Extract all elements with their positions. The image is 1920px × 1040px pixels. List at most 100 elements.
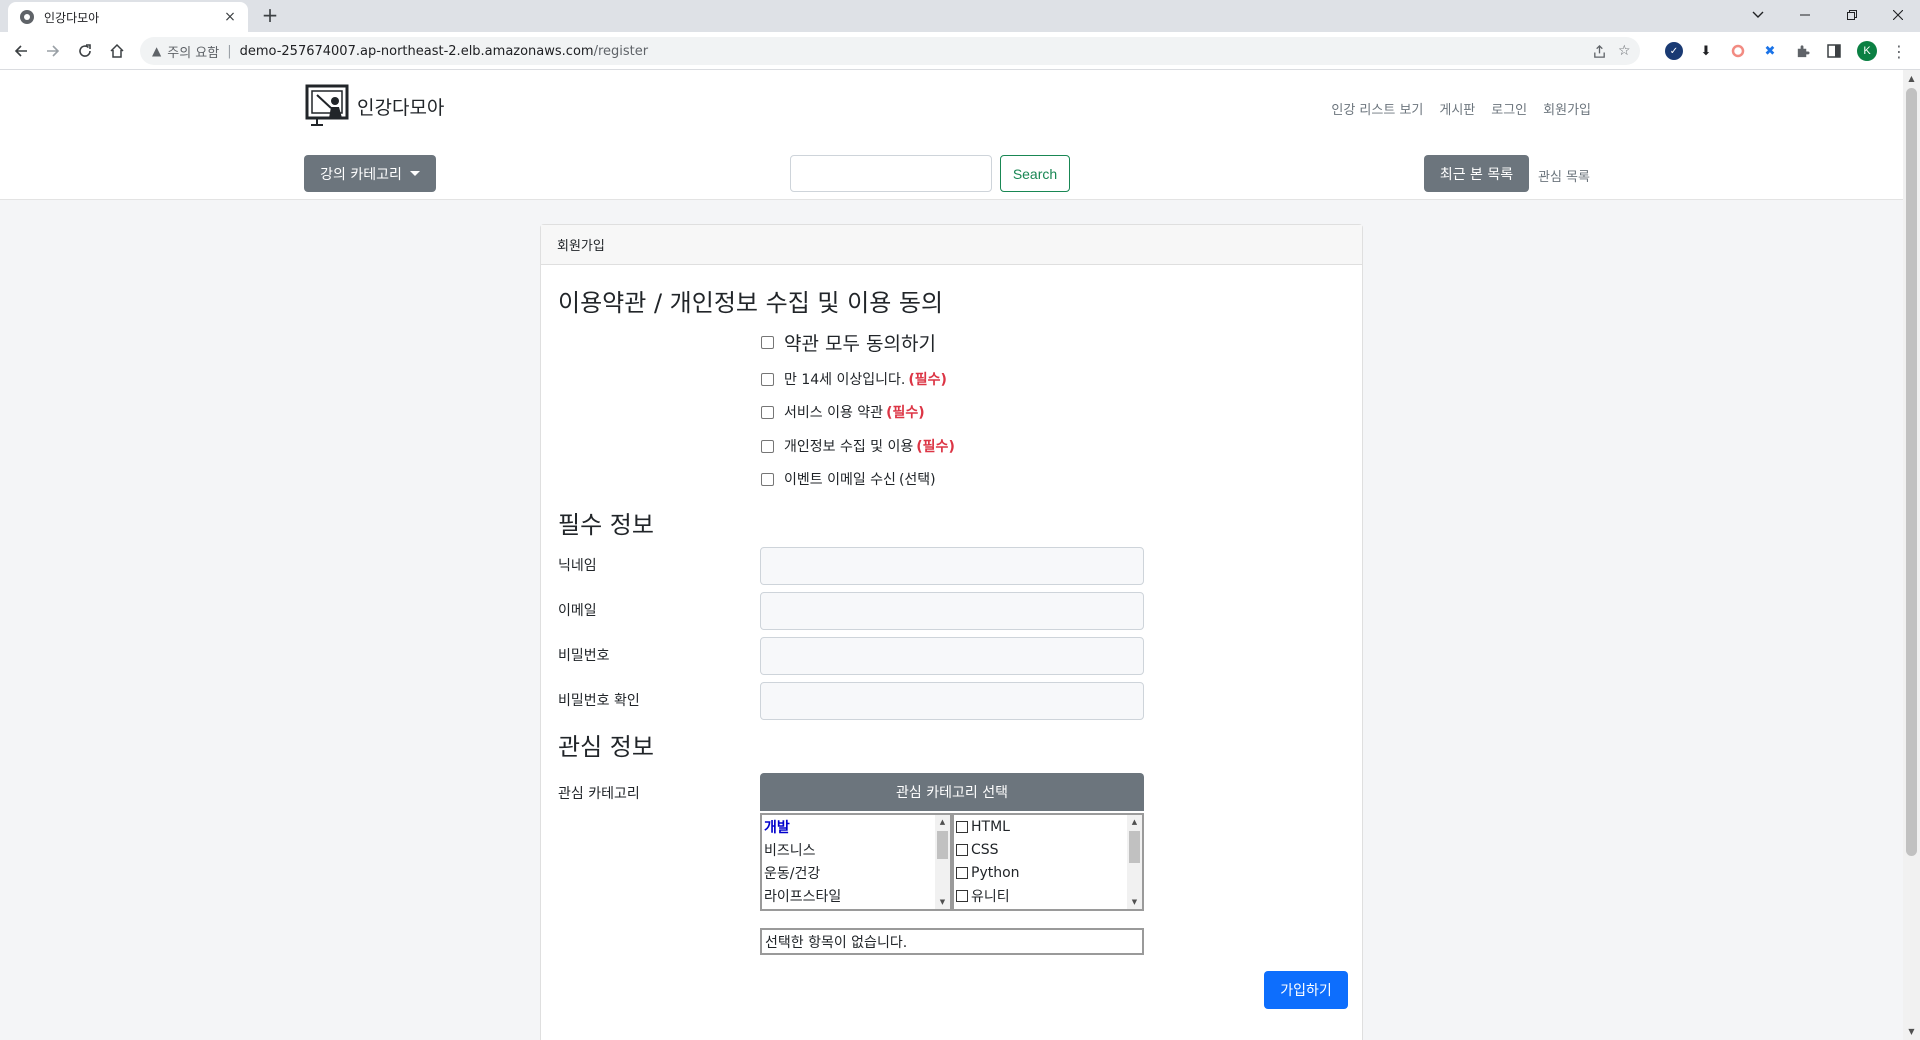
scroll-down-icon[interactable]: ▼ bbox=[1903, 1023, 1920, 1040]
lecture-board-icon bbox=[305, 84, 349, 128]
scroll-up-icon[interactable]: ▲ bbox=[1127, 815, 1142, 829]
scroll-up-icon[interactable]: ▲ bbox=[1903, 70, 1920, 87]
subcategory-option[interactable]: CSS bbox=[954, 838, 1142, 861]
term-privacy-checkbox[interactable] bbox=[761, 439, 774, 453]
page-scrollbar[interactable]: ▲ ▼ bbox=[1903, 70, 1920, 1040]
kebab-menu-icon[interactable]: ⋮ bbox=[1890, 42, 1908, 61]
subcategory-option[interactable]: HTML bbox=[954, 815, 1142, 838]
reload-icon[interactable] bbox=[73, 39, 97, 63]
search-button[interactable]: Search bbox=[1000, 155, 1070, 192]
scrollbar-thumb[interactable] bbox=[937, 831, 948, 859]
term-privacy-label[interactable]: 개인정보 수집 및 이용 bbox=[784, 436, 913, 456]
caret-down-icon bbox=[409, 171, 420, 176]
extension-download-icon[interactable]: ⬇ bbox=[1697, 42, 1715, 60]
bookmark-star-icon[interactable]: ☆ bbox=[1618, 37, 1631, 65]
subcategory-label: CSS bbox=[971, 841, 999, 858]
profile-avatar[interactable]: K bbox=[1857, 41, 1877, 61]
term-event-label[interactable]: 이벤트 이메일 수신 bbox=[784, 469, 896, 489]
subcategory-checkbox[interactable] bbox=[956, 889, 968, 902]
url-host: demo-257674007.ap-northeast-2.elb.amazon… bbox=[239, 43, 594, 59]
new-tab-icon[interactable]: + bbox=[258, 4, 282, 28]
lecture-category-dropdown[interactable]: 강의 카테고리 bbox=[304, 155, 436, 192]
category-button-label: 강의 카테고리 bbox=[320, 166, 402, 183]
scroll-down-icon[interactable]: ▼ bbox=[935, 895, 950, 909]
interest-info-title: 관심 정보 bbox=[558, 733, 654, 761]
browser-tab-bar: 인강다모아 × + bbox=[0, 0, 1920, 32]
category-listbox[interactable]: 개발 비즈니스 운동/건강 라이프스타일 ▲ ▼ bbox=[760, 813, 952, 911]
nav-lecture-list[interactable]: 인강 리스트 보기 bbox=[1331, 99, 1423, 118]
term-age-checkbox[interactable] bbox=[761, 372, 774, 386]
required-info-title: 필수 정보 bbox=[558, 511, 654, 539]
required-tag: (필수) bbox=[908, 372, 947, 388]
security-warning[interactable]: 주의 요함 bbox=[167, 42, 219, 61]
nickname-input[interactable] bbox=[760, 547, 1144, 585]
url-separator: | bbox=[227, 43, 232, 59]
close-window-icon[interactable] bbox=[1878, 0, 1918, 30]
browser-tab[interactable]: 인강다모아 × bbox=[8, 2, 248, 32]
subcategory-checkbox[interactable] bbox=[956, 820, 968, 833]
password-confirm-input[interactable] bbox=[760, 682, 1144, 720]
password-input[interactable] bbox=[760, 637, 1144, 675]
search-input[interactable] bbox=[790, 155, 992, 192]
agree-all-checkbox[interactable] bbox=[761, 336, 774, 349]
site-header: 인강다모아 인강 리스트 보기 게시판 로그인 회원가입 강의 카테고리 Sea… bbox=[0, 70, 1903, 200]
category-option[interactable]: 운동/건강 bbox=[762, 861, 950, 884]
extensions-puzzle-icon[interactable] bbox=[1793, 42, 1811, 60]
scrollbar-thumb[interactable] bbox=[1906, 88, 1917, 856]
url-path: /register bbox=[593, 43, 649, 59]
email-input[interactable] bbox=[760, 592, 1144, 630]
nav-board[interactable]: 게시판 bbox=[1439, 99, 1475, 118]
register-card: 회원가입 이용약관 / 개인정보 수집 및 이용 동의 약관 모두 동의하기 만… bbox=[540, 224, 1363, 1040]
close-tab-icon[interactable]: × bbox=[222, 9, 238, 25]
back-icon[interactable] bbox=[9, 39, 33, 63]
tab-search-icon[interactable] bbox=[1738, 0, 1778, 30]
page-viewport: 인강다모아 인강 리스트 보기 게시판 로그인 회원가입 강의 카테고리 Sea… bbox=[0, 70, 1903, 1040]
term-age-label[interactable]: 만 14세 이상입니다. bbox=[784, 369, 905, 389]
tab-title: 인강다모아 bbox=[44, 10, 100, 25]
address-bar[interactable]: ▲ 주의 요함 | demo-257674007.ap-northeast-2.… bbox=[140, 37, 1640, 65]
favorites-link[interactable]: 관심 목록 bbox=[1538, 166, 1590, 185]
subcategory-label: Python bbox=[971, 864, 1020, 881]
extension-check-icon[interactable]: ✓ bbox=[1665, 42, 1683, 60]
nav-register[interactable]: 회원가입 bbox=[1543, 99, 1591, 118]
password-confirm-label: 비밀번호 확인 bbox=[558, 693, 640, 709]
recent-list-button[interactable]: 최근 본 목록 bbox=[1424, 155, 1529, 192]
share-icon[interactable] bbox=[1592, 37, 1607, 65]
listbox-scrollbar[interactable]: ▲ ▼ bbox=[1127, 815, 1142, 909]
restore-icon[interactable] bbox=[1832, 0, 1872, 30]
category-option[interactable]: 비즈니스 bbox=[762, 838, 950, 861]
home-icon[interactable] bbox=[105, 39, 129, 63]
scroll-down-icon[interactable]: ▼ bbox=[1127, 895, 1142, 909]
forward-icon[interactable] bbox=[41, 39, 65, 63]
term-row-service: 서비스 이용 약관 (필수) bbox=[761, 402, 925, 422]
minimize-icon[interactable] bbox=[1785, 0, 1825, 30]
listbox-scrollbar[interactable]: ▲ ▼ bbox=[935, 815, 950, 909]
site-logo[interactable]: 인강다모아 bbox=[305, 84, 444, 128]
term-event-checkbox[interactable] bbox=[761, 472, 774, 486]
term-service-checkbox[interactable] bbox=[761, 405, 774, 419]
subcategory-checkbox[interactable] bbox=[956, 843, 968, 856]
selected-items-box: 선택한 항목이 없습니다. bbox=[760, 928, 1144, 955]
term-service-label[interactable]: 서비스 이용 약관 bbox=[784, 402, 883, 422]
subcategory-option[interactable]: Python bbox=[954, 861, 1142, 884]
interest-category-select-button[interactable]: 관심 카테고리 선택 bbox=[760, 773, 1144, 811]
subcategory-listbox[interactable]: HTML CSS Python 유니티 ▲ ▼ bbox=[952, 813, 1144, 911]
subcategory-label: HTML bbox=[971, 818, 1010, 835]
category-option[interactable]: 개발 bbox=[762, 815, 950, 838]
subcategory-label: 유니티 bbox=[971, 888, 1010, 905]
extension-x-icon[interactable]: ✖ bbox=[1761, 42, 1779, 60]
interest-category-label: 관심 카테고리 bbox=[558, 786, 640, 802]
side-panel-icon[interactable] bbox=[1825, 42, 1843, 60]
required-tag: (필수) bbox=[886, 405, 925, 421]
join-button[interactable]: 가입하기 bbox=[1264, 971, 1348, 1009]
card-header: 회원가입 bbox=[541, 225, 1362, 265]
browser-toolbar: ▲ 주의 요함 | demo-257674007.ap-northeast-2.… bbox=[0, 32, 1920, 70]
subcategory-option[interactable]: 유니티 bbox=[954, 884, 1142, 907]
scrollbar-thumb[interactable] bbox=[1129, 831, 1140, 863]
category-option[interactable]: 라이프스타일 bbox=[762, 884, 950, 907]
extension-ring-icon[interactable] bbox=[1729, 42, 1747, 60]
subcategory-checkbox[interactable] bbox=[956, 866, 968, 879]
nav-login[interactable]: 로그인 bbox=[1491, 99, 1527, 118]
agree-all-label[interactable]: 약관 모두 동의하기 bbox=[784, 329, 936, 356]
scroll-up-icon[interactable]: ▲ bbox=[935, 815, 950, 829]
